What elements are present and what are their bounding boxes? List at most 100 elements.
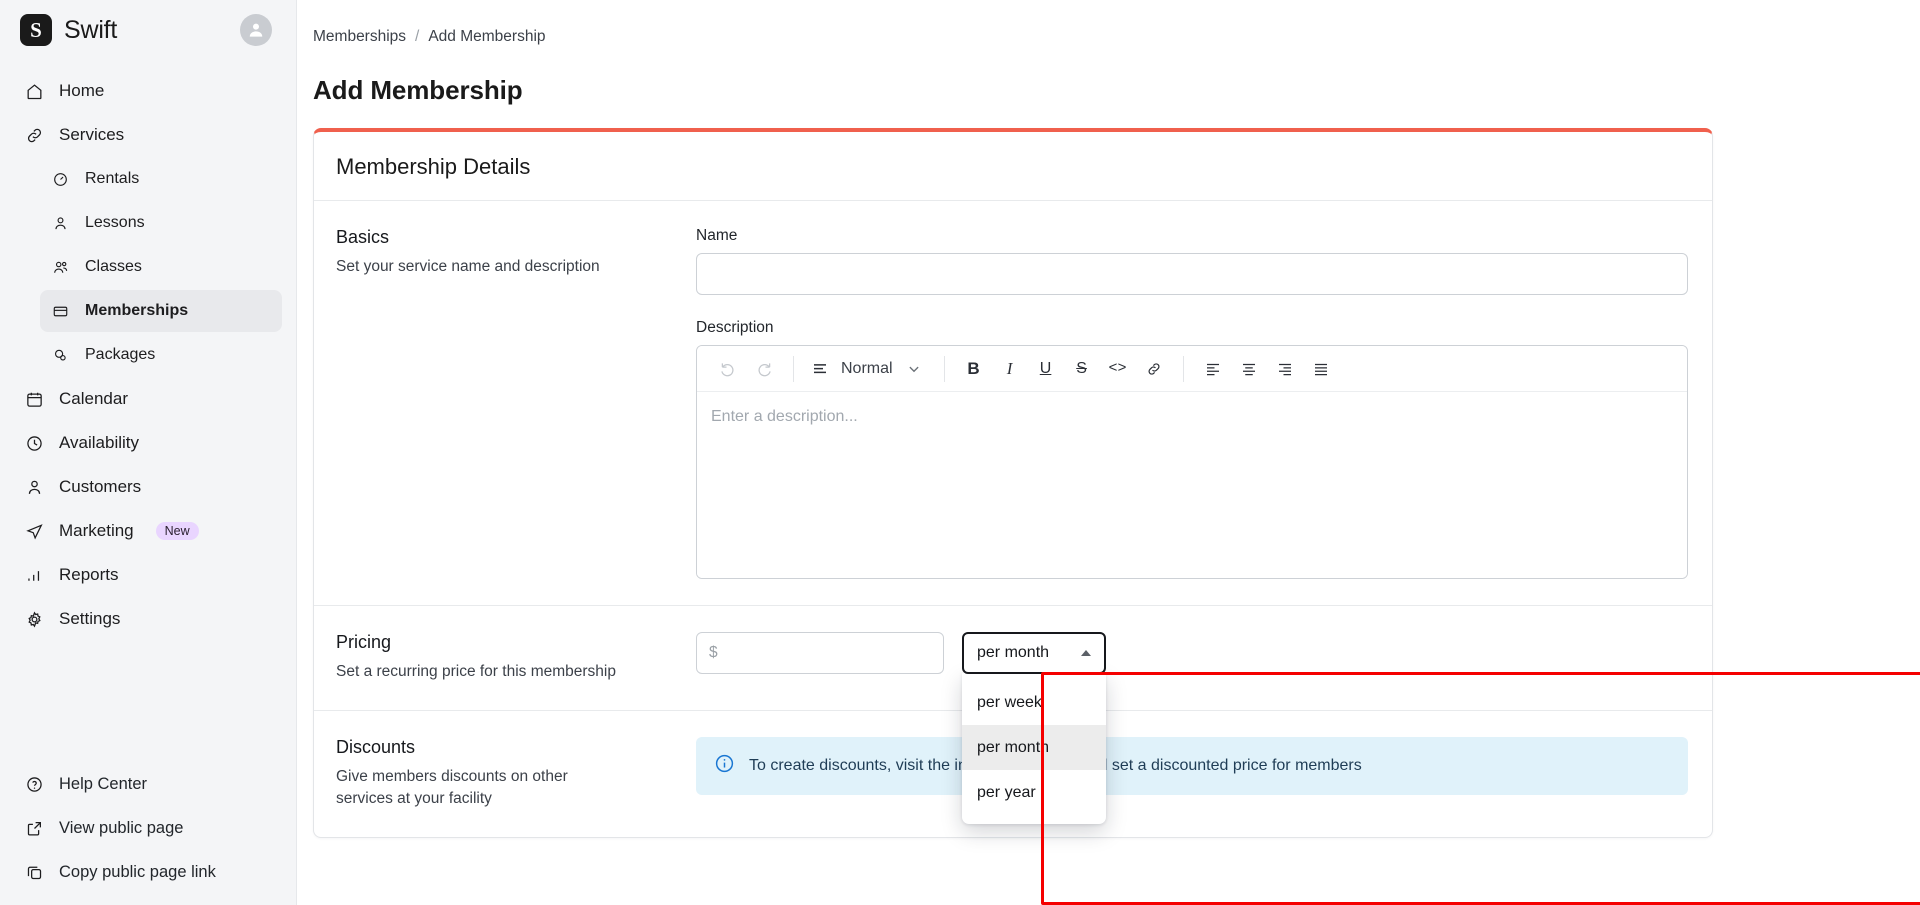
pricing-row: Pricing Set a recurring price for this m… bbox=[314, 606, 1712, 825]
pricing-title: Pricing bbox=[336, 632, 392, 653]
breadcrumb-current: Add Membership bbox=[428, 28, 546, 45]
billing-interval-value: per month bbox=[977, 644, 1050, 662]
sidebar-item-classes[interactable]: Classes bbox=[40, 246, 282, 288]
basics-row: Basics Set your service name and descrip… bbox=[314, 201, 1712, 607]
sidebar-nav: Home Services Rentals Lessons Classes Me… bbox=[0, 70, 296, 763]
send-icon bbox=[24, 521, 45, 542]
person-icon bbox=[24, 477, 45, 498]
sidebar-item-label: Services bbox=[59, 125, 125, 144]
toolbar-divider bbox=[1182, 355, 1184, 382]
basics-subtitle: Set your service name and description bbox=[336, 258, 600, 276]
sidebar-item-availability[interactable]: Availability bbox=[14, 422, 282, 464]
sidebar-item-copy-public-page-link[interactable]: Copy public page link bbox=[14, 851, 282, 893]
chevron-down-icon bbox=[902, 353, 926, 385]
sidebar-item-label: Copy public page link bbox=[59, 862, 216, 881]
chevron-up-icon bbox=[1081, 650, 1091, 657]
sidebar-item-label: Calendar bbox=[59, 389, 128, 408]
paragraph-icon bbox=[808, 353, 832, 385]
calendar-icon bbox=[24, 389, 45, 410]
sidebar-item-rentals[interactable]: Rentals bbox=[40, 158, 282, 200]
undo-icon[interactable] bbox=[711, 353, 745, 385]
sidebar-item-services[interactable]: Services bbox=[14, 114, 282, 156]
sidebar-item-settings[interactable]: Settings bbox=[14, 598, 282, 640]
sidebar-item-memberships[interactable]: Memberships bbox=[40, 290, 282, 332]
description-editor-body[interactable]: Enter a description... bbox=[697, 392, 1687, 579]
sidebar-item-calendar[interactable]: Calendar bbox=[14, 378, 282, 420]
code-button[interactable]: <> bbox=[1101, 353, 1135, 385]
sidebar-item-label: Marketing bbox=[59, 521, 134, 540]
discounts-fields: To create discounts, visit the individua… bbox=[696, 736, 1688, 811]
sidebar-item-label: Packages bbox=[85, 346, 156, 363]
align-right-icon[interactable] bbox=[1268, 353, 1302, 385]
name-input[interactable] bbox=[696, 253, 1688, 296]
align-center-icon[interactable] bbox=[1232, 353, 1266, 385]
italic-button[interactable]: I bbox=[993, 353, 1027, 385]
billing-interval-option-per-month[interactable]: per month bbox=[962, 725, 1106, 771]
billing-interval-dropdown: per week per month per year bbox=[962, 673, 1106, 825]
price-input[interactable] bbox=[696, 632, 944, 675]
sidebar-item-packages[interactable]: Packages bbox=[40, 334, 282, 376]
sidebar-item-home[interactable]: Home bbox=[14, 70, 282, 112]
discounts-subtitle: Give members discounts on other services… bbox=[336, 767, 568, 808]
swift-logo-icon: S bbox=[20, 14, 52, 46]
card-title: Membership Details bbox=[314, 132, 1712, 202]
sidebar-item-reports[interactable]: Reports bbox=[14, 554, 282, 596]
billing-interval-select[interactable]: per month bbox=[962, 632, 1106, 675]
clock-icon bbox=[24, 433, 45, 454]
discounts-info-banner: To create discounts, visit the individua… bbox=[696, 736, 1688, 795]
sidebar-item-marketing[interactable]: Marketing New bbox=[14, 510, 282, 552]
align-justify-icon[interactable] bbox=[1304, 353, 1338, 385]
question-circle-icon bbox=[24, 774, 45, 795]
copy-icon bbox=[24, 862, 45, 883]
basics-fields: Name Description Normal B I U S <> Enter… bbox=[696, 227, 1688, 580]
link-icon bbox=[24, 125, 45, 146]
info-circle-icon bbox=[714, 753, 735, 779]
toolbar-divider bbox=[943, 355, 945, 382]
sidebar-footer: Help Center View public page Copy public… bbox=[0, 763, 296, 905]
link-icon[interactable] bbox=[1137, 353, 1171, 385]
editor-toolbar: Normal B I U S <> bbox=[697, 346, 1687, 393]
avatar[interactable] bbox=[240, 14, 272, 46]
discounts-title: Discounts bbox=[336, 736, 416, 757]
bar-chart-icon bbox=[24, 565, 45, 586]
sidebar-item-label: Home bbox=[59, 81, 105, 100]
sidebar-item-customers[interactable]: Customers bbox=[14, 466, 282, 508]
sidebar-item-lessons[interactable]: Lessons bbox=[40, 202, 282, 244]
description-placeholder: Enter a description... bbox=[711, 408, 858, 426]
home-icon bbox=[24, 81, 45, 102]
underline-button[interactable]: U bbox=[1029, 353, 1063, 385]
redo-icon[interactable] bbox=[747, 353, 781, 385]
external-link-icon bbox=[24, 818, 45, 839]
sidebar-item-label: Reports bbox=[59, 565, 119, 584]
name-label: Name bbox=[696, 227, 738, 245]
breadcrumb-parent[interactable]: Memberships bbox=[313, 28, 406, 46]
discounts-label-group: Discounts Give members discounts on othe… bbox=[336, 737, 696, 811]
sidebar-item-label: Lessons bbox=[85, 214, 145, 231]
sidebar-item-label: Availability bbox=[59, 433, 140, 452]
basics-label-group: Basics Set your service name and descrip… bbox=[336, 227, 696, 579]
sidebar-item-label: Memberships bbox=[85, 302, 189, 319]
brand[interactable]: S Swift bbox=[20, 14, 117, 46]
breadcrumb: Memberships / Add Membership bbox=[297, 0, 1920, 46]
sidebar-item-help-center[interactable]: Help Center bbox=[14, 763, 282, 805]
billing-interval-option-per-year[interactable]: per year bbox=[962, 770, 1106, 815]
sidebar-item-view-public-page[interactable]: View public page bbox=[14, 807, 282, 849]
sidebar-item-label: View public page bbox=[59, 818, 184, 837]
billing-interval-option-per-week[interactable]: per week bbox=[962, 680, 1106, 725]
sidebar-item-label: Rentals bbox=[85, 170, 140, 187]
sidebar-item-label: Settings bbox=[59, 609, 121, 628]
status-badge: New bbox=[155, 522, 199, 540]
paragraph-style-select[interactable]: Normal bbox=[806, 353, 932, 385]
page-title: Add Membership bbox=[313, 75, 523, 106]
paragraph-style-label: Normal bbox=[841, 359, 893, 377]
sidebar: S Swift Home Services Rentals Lessons Cl… bbox=[0, 0, 297, 905]
main-content: Memberships / Add Membership Add Members… bbox=[297, 0, 1920, 905]
card-icon bbox=[50, 301, 71, 322]
bold-button[interactable]: B bbox=[957, 353, 991, 385]
people-icon bbox=[50, 257, 71, 278]
breadcrumb-separator: / bbox=[415, 28, 420, 45]
strikethrough-button[interactable]: S bbox=[1065, 353, 1099, 385]
person-icon bbox=[50, 213, 71, 234]
coins-icon bbox=[50, 345, 71, 366]
align-left-icon[interactable] bbox=[1196, 353, 1230, 385]
